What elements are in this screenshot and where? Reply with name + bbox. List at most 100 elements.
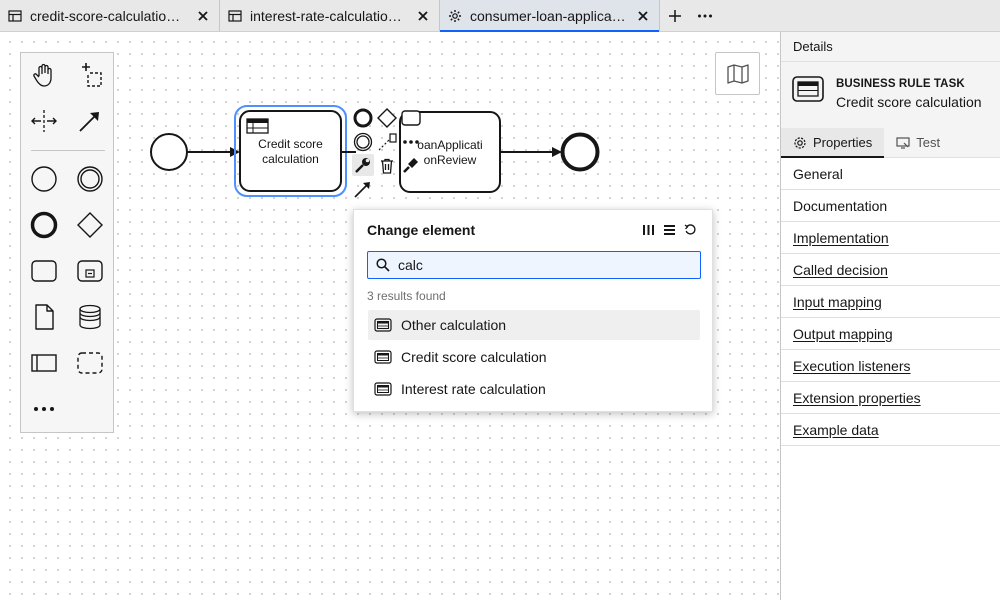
new-tab-button[interactable] [660,0,690,31]
popup-header-icons [641,222,698,237]
result-item-credit-score-calculation[interactable]: Credit score calculation [368,342,700,372]
table-icon [228,9,242,22]
tab-interest-rate-calculation[interactable]: interest-rate-calculation.dmn [220,0,440,31]
group-label: Documentation [793,197,888,214]
group-called-decision[interactable]: Called decision [781,254,1000,286]
connect-arrow-icon[interactable] [352,178,374,200]
search-icon [376,258,390,272]
tab-properties[interactable]: Properties [781,128,885,158]
more-tools-icon[interactable] [26,391,62,427]
tab-bar: credit-score-calculation.dmn interest-ra… [0,0,1000,32]
more-tabs-button[interactable] [690,0,720,31]
group-example-data[interactable]: Example data [781,414,1000,446]
more-options-icon[interactable] [400,131,422,153]
panel-header: Details [781,32,1000,62]
lasso-tool-icon[interactable] [72,57,108,93]
property-groups: General Documentation Implementation Cal… [781,158,1000,446]
overflow-menu-icon [698,14,712,17]
trash-icon[interactable] [376,155,398,177]
task-icon[interactable] [26,253,62,289]
data-object-icon[interactable] [26,299,62,335]
gateway-icon[interactable] [72,207,108,243]
gear-icon [794,136,806,149]
group-implementation[interactable]: Implementation [781,222,1000,254]
task-label-line: Credit score [258,137,323,151]
popup-title: Change element [367,222,476,238]
search-input[interactable] [398,257,688,273]
hand-tool-icon[interactable] [26,57,62,93]
columns-icon[interactable] [641,222,656,237]
close-icon[interactable] [195,8,211,24]
element-name: Credit score calculation [836,94,982,110]
group-general[interactable]: General [781,158,1000,190]
tab-consumer-loan-application[interactable]: consumer-loan-application.bpmn [440,0,660,32]
task-label: Credit score calculation [240,137,341,167]
map-icon [726,63,749,84]
data-store-icon[interactable] [72,299,108,335]
business-rule-task-icon [792,76,824,102]
gear-icon [449,9,461,22]
group-output-mapping[interactable]: Output mapping [781,318,1000,350]
tab-test[interactable]: Test [884,128,952,157]
group-icon[interactable] [72,345,108,381]
append-gateway-icon[interactable] [376,107,398,129]
global-connect-tool-icon[interactable] [72,103,108,139]
result-label: Other calculation [401,317,507,333]
group-label: General [793,165,843,182]
intermediate-event-icon[interactable] [72,161,108,197]
tab-label: consumer-loan-application.bpmn [470,7,627,24]
append-task-icon[interactable] [400,107,422,129]
tab-label: interest-rate-calculation.dmn [250,7,407,24]
minimap-toggle-button[interactable] [715,52,760,95]
group-extension-properties[interactable]: Extension properties [781,382,1000,414]
group-label: Output mapping [793,325,893,342]
tool-palette [20,52,114,433]
connect-icon[interactable] [376,131,398,153]
group-execution-listeners[interactable]: Execution listeners [781,350,1000,382]
tab-credit-score-calculation[interactable]: credit-score-calculation.dmn [0,0,220,31]
tab-label: Test [916,135,941,150]
start-event-icon[interactable] [26,161,62,197]
group-label: Extension properties [793,389,921,406]
result-item-other-calculation[interactable]: Other calculation [368,310,700,340]
wrench-icon[interactable] [352,154,374,176]
group-label: Called decision [793,261,888,278]
subprocess-icon[interactable] [72,253,108,289]
group-label: Example data [793,421,879,438]
close-icon[interactable] [635,8,651,24]
pool-icon[interactable] [26,345,62,381]
properties-panel: Details BUSINESS RULE TASK Credit score … [780,32,1000,600]
tab-label: Properties [813,135,873,150]
element-header: BUSINESS RULE TASK Credit score calculat… [781,62,1000,128]
tab-label: credit-score-calculation.dmn [30,7,187,24]
append-end-event-icon[interactable] [352,107,374,129]
monitor-icon [896,136,910,149]
result-label: Interest rate calculation [401,381,546,397]
change-element-popup: Change element 3 results found Other cal… [353,209,713,412]
business-rule-task-icon [374,350,392,364]
plus-icon [669,9,681,22]
palette-separator [31,150,105,151]
reset-icon[interactable] [683,222,698,237]
task-label-line: calculation [262,152,319,166]
end-event-icon[interactable] [26,207,62,243]
search-field[interactable] [367,251,701,279]
list-icon[interactable] [662,222,677,237]
result-label: Credit score calculation [401,349,547,365]
business-rule-task-icon [374,318,392,332]
group-label: Input mapping [793,293,882,310]
business-rule-task-icon [374,382,392,396]
panel-tabs: Properties Test [781,128,1000,158]
close-icon[interactable] [415,8,431,24]
append-intermediate-event-icon[interactable] [352,131,374,153]
results-count: 3 results found [367,289,446,303]
element-type: BUSINESS RULE TASK [836,78,965,90]
group-documentation[interactable]: Documentation [781,190,1000,222]
group-label: Execution listeners [793,357,911,374]
space-tool-icon[interactable] [26,103,62,139]
result-item-interest-rate-calculation[interactable]: Interest rate calculation [368,374,700,404]
group-label: Implementation [793,229,889,246]
table-icon [8,9,22,22]
color-picker-icon[interactable] [400,154,422,176]
group-input-mapping[interactable]: Input mapping [781,286,1000,318]
